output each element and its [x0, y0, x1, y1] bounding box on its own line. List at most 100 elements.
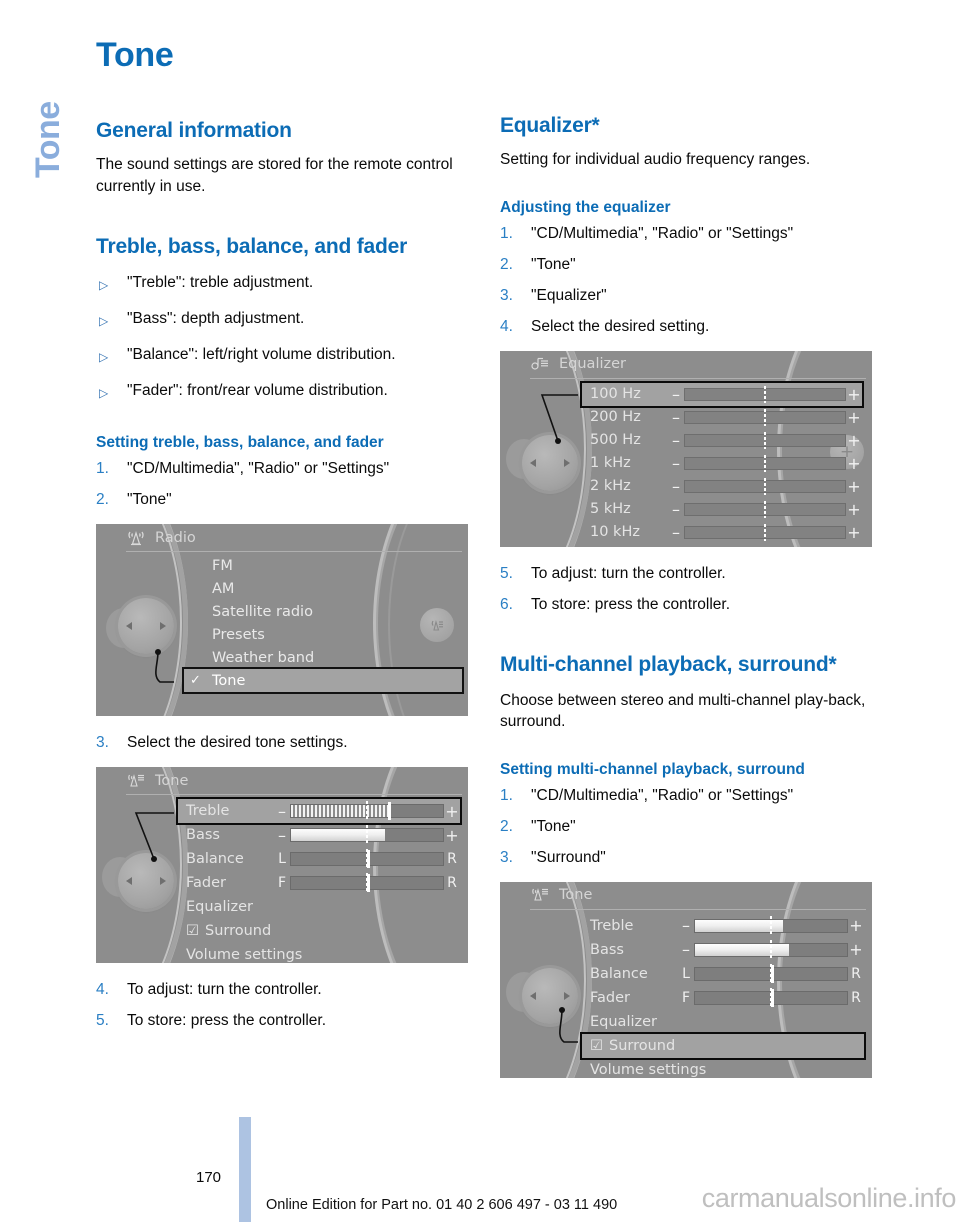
eq-row-200hz[interactable]: 200 Hz – +	[582, 406, 862, 429]
eq-center-mark	[764, 431, 766, 449]
plus-icon[interactable]: +	[846, 431, 862, 450]
chapter-tab: Tone	[29, 101, 67, 178]
minus-icon[interactable]: –	[668, 408, 684, 427]
eq-bar[interactable]	[684, 385, 846, 403]
setting-row-equalizer[interactable]: Equalizer	[582, 1010, 864, 1034]
slider-center-mark	[366, 825, 368, 845]
eq-band-label: 1 kHz	[590, 455, 631, 471]
surround-settings-list: Treble – + Bass – + Balance L R Fader F …	[580, 914, 866, 1078]
setting-row-volume-settings[interactable]: Volume settings	[178, 943, 460, 963]
menu-item-tone[interactable]: ✓ Tone	[182, 667, 464, 694]
list-item-label: "Bass": depth adjustment.	[127, 310, 305, 327]
plus-icon[interactable]: +	[848, 916, 864, 935]
tone-screen-figure: Tone Treble – + Bass – + Balance L R Fad…	[96, 767, 468, 963]
slider-balance[interactable]	[290, 849, 444, 869]
plus-icon[interactable]: +	[444, 826, 460, 845]
minus-icon[interactable]: –	[668, 523, 684, 542]
setting-row-equalizer[interactable]: Equalizer	[178, 895, 460, 919]
plus-icon[interactable]: +	[846, 500, 862, 519]
minus-icon[interactable]: –	[668, 500, 684, 519]
setting-row-balance[interactable]: Balance L R	[178, 847, 460, 871]
minus-icon[interactable]: –	[668, 477, 684, 496]
minus-icon[interactable]: –	[274, 826, 290, 845]
plus-icon[interactable]: +	[846, 454, 862, 473]
minus-icon[interactable]: –	[668, 385, 684, 404]
eq-row-10khz[interactable]: 10 kHz – +	[582, 521, 862, 544]
step-text: "CD/Multimedia", "Radio" or "Settings"	[531, 224, 794, 242]
triangle-bullet-icon: ▷	[99, 386, 109, 400]
list-item: 6. To store: press the controller.	[500, 594, 872, 615]
setting-row-balance[interactable]: Balance L R	[582, 962, 864, 986]
checkbox-icon[interactable]: ☑	[186, 923, 199, 939]
plus-icon[interactable]: +	[846, 408, 862, 427]
menu-item-fm[interactable]: FM	[184, 554, 462, 577]
eq-bar[interactable]	[684, 477, 846, 495]
eq-bar[interactable]	[684, 523, 846, 541]
multichannel-steps: 1. "CD/Multimedia", "Radio" or "Settings…	[500, 785, 872, 868]
setting-row-treble[interactable]: Treble – +	[582, 914, 864, 938]
setting-row-bass[interactable]: Bass – +	[178, 823, 460, 847]
setting-row-fader[interactable]: Fader F R	[178, 871, 460, 895]
slider-thumb[interactable]	[367, 850, 370, 868]
plus-icon[interactable]: +	[444, 802, 460, 821]
eq-row-2khz[interactable]: 2 kHz – +	[582, 475, 862, 498]
setting-label: Fader	[186, 875, 226, 891]
eq-row-5khz[interactable]: 5 kHz – +	[582, 498, 862, 521]
slider-balance[interactable]	[694, 963, 848, 984]
minus-icon[interactable]: –	[274, 802, 290, 821]
eq-row-1khz[interactable]: 1 kHz – +	[582, 452, 862, 475]
eq-row-100hz[interactable]: 100 Hz – +	[580, 380, 864, 408]
slider-bass[interactable]	[290, 825, 444, 845]
setting-row-treble[interactable]: Treble – +	[176, 797, 462, 825]
setting-row-bass[interactable]: Bass – +	[582, 938, 864, 962]
slider-fader[interactable]	[694, 987, 848, 1008]
setting-row-fader[interactable]: Fader F R	[582, 986, 864, 1010]
slider-thumb[interactable]	[771, 964, 774, 983]
eq-bar[interactable]	[684, 454, 846, 472]
equalizer-screen-figure: Equalizer + 100 Hz – + 200 Hz – + 500 Hz…	[500, 350, 872, 547]
slider-treble[interactable]	[290, 801, 444, 821]
balance-left-label: L	[682, 965, 690, 982]
step-number: 5.	[500, 564, 513, 582]
list-item: ▷ "Treble": treble adjustment.	[96, 272, 468, 293]
menu-item-am[interactable]: AM	[184, 577, 462, 600]
plus-icon[interactable]: +	[846, 385, 862, 404]
eq-bar[interactable]	[684, 431, 846, 449]
setting-row-surround[interactable]: ☑ Surround	[580, 1031, 866, 1060]
plus-icon[interactable]: +	[846, 477, 862, 496]
minus-icon[interactable]: –	[678, 916, 694, 935]
setting-row-volume-settings[interactable]: Volume settings	[582, 1058, 864, 1078]
slider-center-mark	[770, 915, 772, 936]
setting-row-surround[interactable]: ☑ Surround	[178, 919, 460, 943]
menu-item-satellite-radio[interactable]: Satellite radio	[184, 600, 462, 623]
heading-treble-bass-balance-fader: Treble, bass, balance, and fader	[96, 235, 408, 258]
slider-thumb[interactable]	[771, 988, 774, 1007]
step-text: To adjust: turn the controller.	[127, 981, 322, 998]
slider-bass[interactable]	[694, 939, 848, 960]
minus-icon[interactable]: –	[678, 940, 694, 959]
list-item: 1. "CD/Multimedia", "Radio" or "Settings…	[96, 458, 468, 479]
step-text: "Surround"	[531, 848, 606, 866]
fader-front-label: F	[277, 875, 287, 891]
eq-bar[interactable]	[684, 500, 846, 518]
list-item-label: "Balance": left/right volume distributio…	[127, 346, 396, 363]
checkbox-icon[interactable]: ☑	[590, 1038, 603, 1054]
step-text: To adjust: turn the controller.	[531, 564, 726, 582]
plus-icon[interactable]: +	[846, 523, 862, 542]
eq-row-500hz[interactable]: 500 Hz – +	[582, 429, 862, 452]
plus-icon[interactable]: +	[848, 940, 864, 959]
slider-treble[interactable]	[694, 915, 848, 936]
minus-icon[interactable]: –	[668, 431, 684, 450]
slider-fader[interactable]	[290, 873, 444, 893]
step-number: 2.	[500, 817, 513, 835]
step-number: 1.	[500, 224, 513, 242]
setting-label: Volume settings	[590, 1061, 707, 1078]
menu-item-weather-band[interactable]: Weather band	[184, 646, 462, 669]
slider-thumb[interactable]	[388, 802, 392, 820]
step-text: "Equalizer"	[531, 286, 607, 304]
footer-accent-bar	[239, 1117, 251, 1222]
eq-bar[interactable]	[684, 408, 846, 426]
slider-thumb[interactable]	[367, 874, 370, 892]
minus-icon[interactable]: –	[668, 454, 684, 473]
menu-item-presets[interactable]: Presets	[184, 623, 462, 646]
